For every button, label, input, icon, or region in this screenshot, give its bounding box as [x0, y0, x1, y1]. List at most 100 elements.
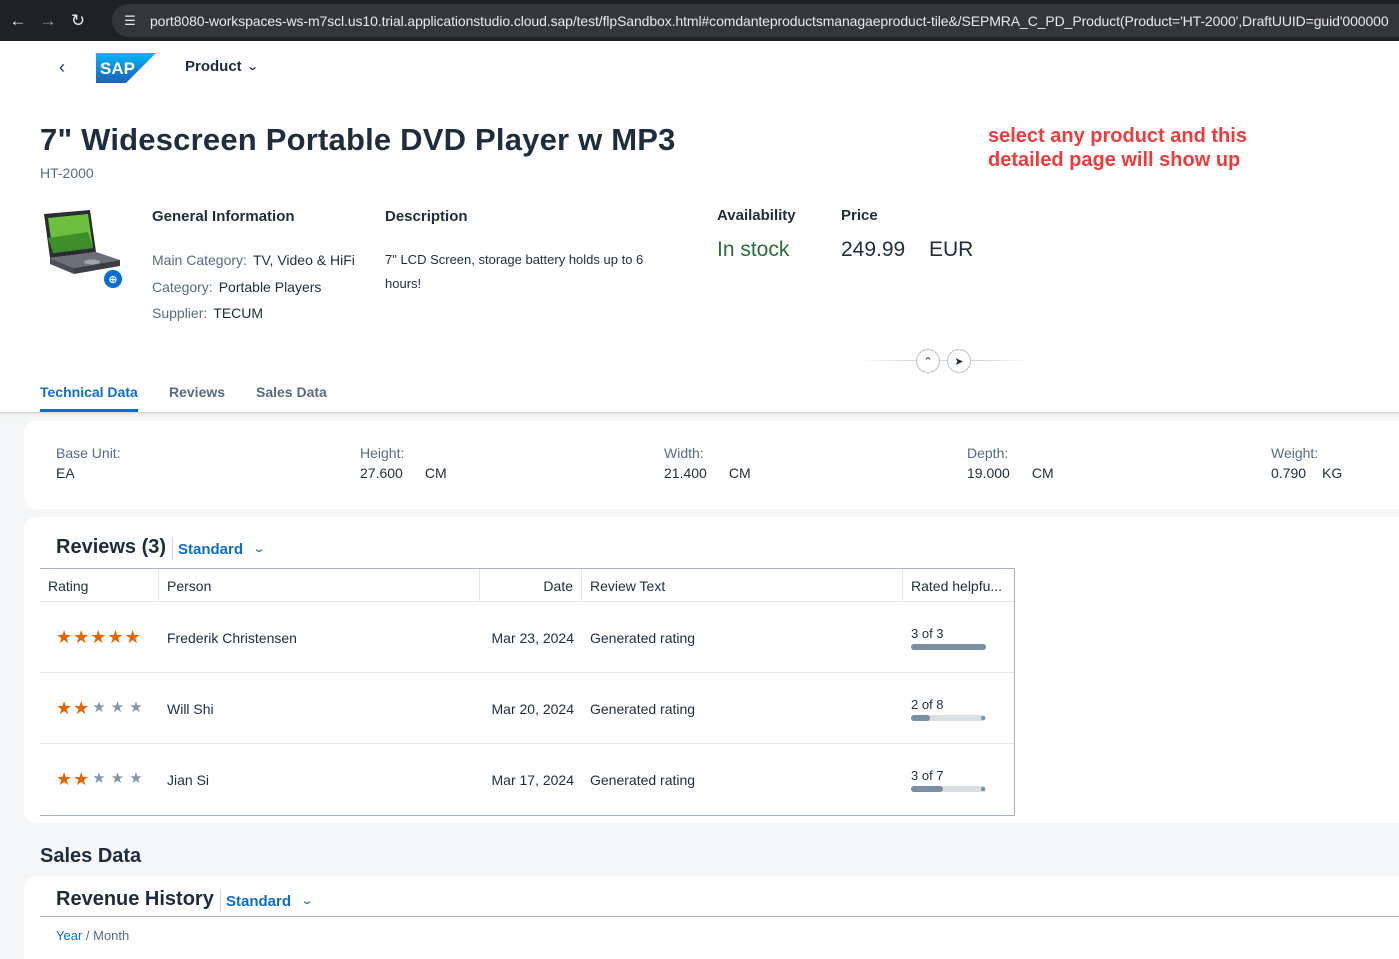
star-icon: ★	[107, 627, 124, 647]
height-label: Height:	[360, 445, 405, 461]
revenue-history-card: Revenue History Standard ⌄ Year / Month	[24, 876, 1399, 959]
main-category-value: TV, Video & HiFi	[252, 252, 355, 268]
url-text: port8080-workspaces-ws-m7scl.us10.trial.…	[150, 12, 1389, 29]
column-header-rating[interactable]: Rating	[40, 569, 159, 602]
reviews-card: Reviews (3) Standard ⌄ Rating Person Dat…	[24, 517, 1399, 823]
weight-field: Weight: 0.790 KG	[1271, 445, 1342, 481]
base-unit-value: EA	[56, 465, 75, 481]
chevron-down-icon: ⌄	[300, 895, 314, 907]
revenue-divider	[40, 916, 1399, 917]
app-title-menu[interactable]: Product ⌄	[185, 58, 259, 75]
supplier-label: Supplier:	[152, 305, 208, 321]
column-header-person[interactable]: Person	[159, 569, 480, 602]
annotation-note: select any product and this detailed pag…	[988, 125, 1247, 171]
address-bar[interactable]: ☰ port8080-workspaces-ws-m7scl.us10.tria…	[112, 4, 1399, 37]
review-text-cell: Generated rating	[590, 700, 696, 717]
rating-stars: ★ ★ ★ ★ ★	[56, 627, 141, 648]
star-icon: ★	[73, 698, 90, 718]
pin-header-button[interactable]: ➤	[947, 349, 971, 373]
category-label: Category:	[152, 279, 213, 295]
review-text-cell: Generated rating	[590, 629, 696, 646]
category-value: Portable Players	[218, 279, 322, 295]
tab-sales-data[interactable]: Sales Data	[256, 384, 327, 412]
rating-stars: ★ ★ ★ ★ ★	[56, 769, 145, 790]
star-icon: ★	[73, 769, 90, 789]
width-value: 21.400	[664, 465, 707, 481]
chevron-down-icon: ⌄	[252, 543, 266, 555]
breadcrumb-separator: /	[82, 928, 94, 943]
height-field: Height: 27.600 CM	[360, 445, 447, 481]
general-info-title: General Information	[152, 208, 295, 225]
star-icon: ★	[92, 770, 106, 787]
variant-label: Standard	[178, 540, 244, 558]
helpful-progress-bar	[911, 785, 986, 792]
description-text: 7" LCD Screen, storage battery holds up …	[385, 252, 644, 291]
page-title: 7" Widescreen Portable DVD Player w MP3	[40, 122, 676, 157]
helpful-progress-bar	[911, 643, 986, 650]
availability-title: Availability	[717, 207, 796, 224]
technical-data-card: Base Unit: EA Height: 27.600 CM Width: 21…	[24, 421, 1399, 509]
review-text-cell: Generated rating	[590, 771, 696, 788]
variant-label: Standard	[226, 892, 292, 910]
width-field: Width: 21.400 CM	[664, 445, 751, 481]
base-unit-label: Base Unit:	[56, 445, 121, 461]
star-icon: ★	[90, 627, 107, 647]
reviews-title: Reviews (3)	[56, 536, 167, 558]
star-icon: ★	[110, 699, 125, 716]
svg-text:SAP: SAP	[100, 59, 135, 78]
height-unit: CM	[424, 465, 447, 481]
table-header-row: Rating Person Date Review Text Rated hel…	[40, 569, 1014, 602]
browser-forward-icon[interactable]: →	[36, 9, 60, 33]
date-cell: Mar 23, 2024	[491, 629, 575, 646]
helpful-progress-fill	[911, 785, 944, 792]
rating-stars: ★ ★ ★ ★ ★	[56, 698, 145, 719]
star-icon: ★	[124, 627, 141, 647]
tab-technical-data[interactable]: Technical Data	[40, 384, 138, 412]
main-category-field: Main Category: TV, Video & HiFi	[152, 252, 355, 268]
helpful-progress-fill	[911, 643, 986, 650]
description-title: Description	[385, 208, 468, 225]
price-title: Price	[841, 207, 878, 224]
depth-field: Depth: 19.000 CM	[967, 445, 1054, 481]
back-chevron-icon[interactable]: ‹	[52, 57, 72, 77]
table-row[interactable]: ★ ★ ★ ★ ★ Frederik Christensen Mar 23, 2024 Gen…	[40, 602, 1014, 673]
star-icon: ★	[110, 770, 125, 787]
table-row[interactable]: ★ ★ ★ ★ ★ Jian Si Mar 17, 2024 Generated rating…	[40, 744, 1014, 815]
height-value: 27.600	[360, 465, 403, 481]
header-divider	[860, 360, 1030, 361]
browser-back-icon[interactable]: ←	[6, 9, 30, 33]
base-unit-field: Base Unit: EA	[56, 445, 121, 481]
supplier-value: TECUM	[213, 305, 264, 321]
depth-unit: CM	[1031, 465, 1054, 481]
date-cell: Mar 17, 2024	[491, 771, 575, 788]
weight-unit: KG	[1322, 465, 1343, 481]
helpful-progress-bar	[911, 714, 986, 721]
star-icon: ★	[129, 699, 143, 716]
chevron-down-icon: ⌄	[245, 61, 259, 73]
helpful-progress-end	[981, 786, 985, 791]
browser-reload-icon[interactable]: ↻	[66, 9, 90, 33]
reviews-variant-select[interactable]: Standard ⌄	[172, 538, 266, 560]
rated-helpful-cell: 3 of 3	[903, 602, 1014, 673]
helpful-count: 3 of 3	[911, 625, 944, 641]
column-header-date[interactable]: Date	[480, 569, 582, 602]
collapse-header-button[interactable]: ⌃	[916, 349, 940, 373]
table-body: ★ ★ ★ ★ ★ Frederik Christensen Mar 23, 2024 Gen…	[40, 602, 1014, 815]
rated-helpful-cell: 2 of 8	[903, 673, 1014, 744]
table-row[interactable]: ★ ★ ★ ★ ★ Will Shi Mar 20, 2024 Generated ratin…	[40, 673, 1014, 744]
sap-logo[interactable]: SAP	[96, 53, 156, 83]
breadcrumb-month: Month	[93, 928, 130, 943]
breadcrumb-year-link[interactable]: Year	[56, 928, 82, 943]
date-cell: Mar 20, 2024	[491, 700, 575, 717]
site-settings-icon[interactable]: ☰	[118, 13, 142, 29]
column-header-rated-helpful[interactable]: Rated helpfu...	[903, 569, 1014, 602]
revenue-history-title: Revenue History	[56, 888, 214, 910]
star-icon: ★	[56, 769, 73, 789]
weight-label: Weight:	[1271, 445, 1319, 461]
tab-reviews[interactable]: Reviews	[169, 384, 225, 412]
revenue-variant-select[interactable]: Standard ⌄	[220, 890, 314, 912]
zoom-in-icon[interactable]: ⊕	[102, 268, 124, 290]
star-icon: ★	[92, 699, 106, 716]
shell-bar: ‹ SAP Product ⌄	[0, 41, 1399, 95]
column-header-review-text[interactable]: Review Text	[582, 569, 903, 602]
